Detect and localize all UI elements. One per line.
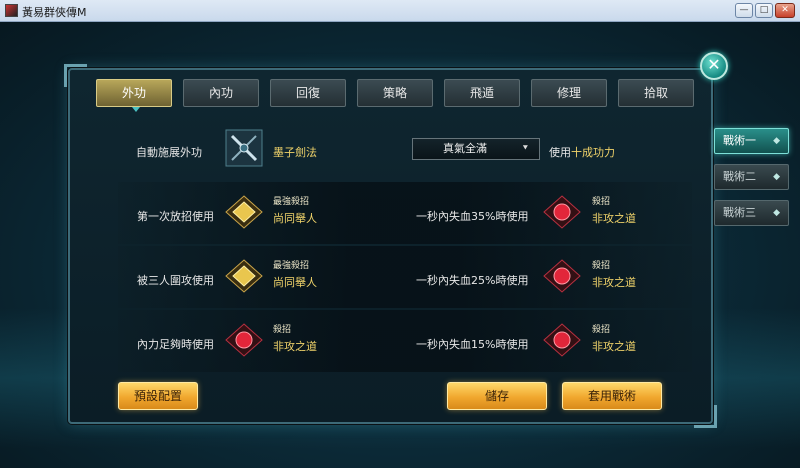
slot-right-3-condition: 一秒內失血15%時使用 <box>416 338 529 351</box>
slot-left-3-type: 殺招 <box>273 325 292 335</box>
slot-left-1-type: 最強殺招 <box>273 197 310 207</box>
window-titlebar: 黃易群俠傳M — □ ✕ <box>0 0 800 22</box>
slot-left-2-condition: 被三人圍攻使用 <box>137 274 214 287</box>
tab-pickup[interactable]: 拾取 <box>618 79 694 107</box>
diamond-icon: ◆ <box>773 208 780 218</box>
tab-recovery[interactable]: 回復 <box>270 79 346 107</box>
tab-strategy[interactable]: 策略 <box>357 79 433 107</box>
red-gem-icon[interactable] <box>224 323 264 357</box>
side-tab-label: 戰術二 <box>723 170 756 183</box>
gold-gem-icon[interactable] <box>224 259 264 293</box>
tab-travel[interactable]: 飛遁 <box>444 79 520 107</box>
sword-icon <box>225 129 263 167</box>
maximize-button[interactable]: □ <box>755 3 773 18</box>
auto-skill-name: 墨子劍法 <box>273 146 317 159</box>
diamond-icon: ◆ <box>773 172 780 182</box>
active-tab-marker <box>132 107 140 112</box>
slot-right-2-type: 殺招 <box>592 261 611 271</box>
slot-left-3-condition: 內力足夠時使用 <box>137 338 214 351</box>
auto-cast-label: 自動施展外功 <box>136 146 202 159</box>
condition-dropdown[interactable]: 真氣全滿 ⯆ <box>412 138 540 160</box>
gold-gem-icon[interactable] <box>224 195 264 229</box>
slot-right-3-type: 殺招 <box>592 325 611 335</box>
slot-right-2-name: 非攻之道 <box>592 276 636 289</box>
slot-right-1-type: 殺招 <box>592 197 611 207</box>
power-usage-highlight: 十成功力 <box>571 146 615 159</box>
apply-tactic-button[interactable]: 套用戰術 <box>562 382 662 410</box>
slot-right-1-condition: 一秒內失血35%時使用 <box>416 210 529 223</box>
power-usage-text: 使用十成功力 <box>549 144 615 160</box>
slot-left-1-name: 尚同舉人 <box>273 212 317 225</box>
power-usage-prefix: 使用 <box>549 146 571 159</box>
side-tab-tactic-1[interactable]: 戰術一 ◆ <box>714 128 789 154</box>
tab-internal-skill[interactable]: 內功 <box>183 79 259 107</box>
side-tab-label: 戰術一 <box>723 134 756 147</box>
red-gem-icon[interactable] <box>542 323 582 357</box>
preset-button[interactable]: 預設配置 <box>118 382 198 410</box>
window-close-button[interactable]: ✕ <box>775 3 795 18</box>
chevron-down-icon: ⯆ <box>521 144 529 154</box>
dialog-close-button[interactable]: ✕ <box>700 52 728 80</box>
slot-right-2-condition: 一秒內失血25%時使用 <box>416 274 529 287</box>
side-tab-label: 戰術三 <box>723 206 756 219</box>
tab-repair[interactable]: 修理 <box>531 79 607 107</box>
slot-right-1-name: 非攻之道 <box>592 212 636 225</box>
side-tab-tactic-3[interactable]: 戰術三 ◆ <box>714 200 789 226</box>
side-tab-tactic-2[interactable]: 戰術二 ◆ <box>714 164 789 190</box>
slot-left-2-type: 最強殺招 <box>273 261 310 271</box>
app-icon <box>5 4 18 17</box>
tab-external-skill[interactable]: 外功 <box>96 79 172 107</box>
dropdown-value: 真氣全滿 <box>443 142 487 155</box>
diamond-icon: ◆ <box>773 136 780 146</box>
slot-left-2-name: 尚同舉人 <box>273 276 317 289</box>
slot-left-1-condition: 第一次放招使用 <box>137 210 214 223</box>
minimize-button[interactable]: — <box>735 3 753 18</box>
slot-left-3-name: 非攻之道 <box>273 340 317 353</box>
window-title: 黃易群俠傳M <box>22 6 87 19</box>
red-gem-icon[interactable] <box>542 195 582 229</box>
save-button[interactable]: 儲存 <box>447 382 547 410</box>
red-gem-icon[interactable] <box>542 259 582 293</box>
slot-right-3-name: 非攻之道 <box>592 340 636 353</box>
sword-skill-icon[interactable] <box>224 128 264 168</box>
